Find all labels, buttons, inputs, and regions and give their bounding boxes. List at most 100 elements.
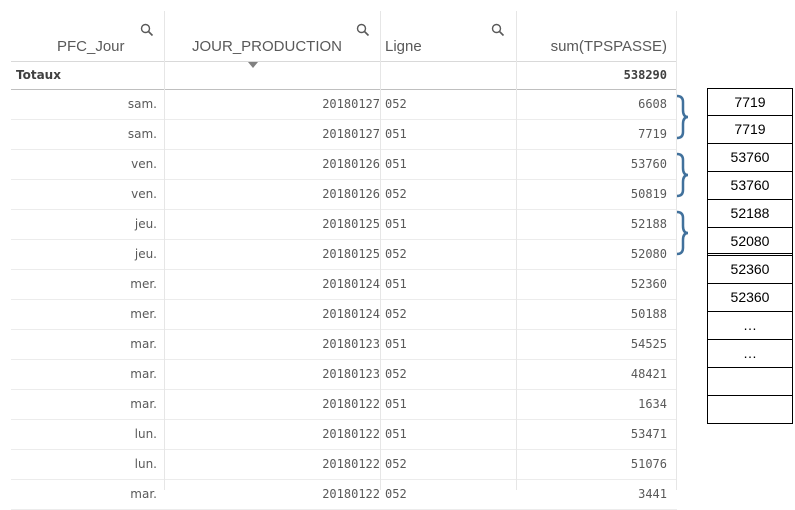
cell-line: 052 xyxy=(385,247,407,261)
cell-day: sam. xyxy=(127,97,157,111)
table-row[interactable]: mer. 20180124 052 50188 xyxy=(11,300,677,330)
cell-day: jeu. xyxy=(134,217,157,231)
cell-value: 52080 xyxy=(630,247,667,261)
table-row[interactable]: sam. 20180127 052 6608 xyxy=(11,90,677,120)
right-curly-bracket-icon xyxy=(676,94,689,140)
search-icon[interactable] xyxy=(356,23,370,37)
column-label: JOUR_PRODUCTION xyxy=(192,38,343,55)
column-divider xyxy=(380,11,381,490)
side-value-cell: 52360 xyxy=(708,284,792,312)
table-header: PFC_Jour JOUR_PRODUCTION Ligne sum(TPSPA… xyxy=(11,11,677,62)
column-label: sum(TPSPASSE) xyxy=(550,38,667,55)
table-body: sam. 20180127 052 6608 sam. 20180127 051 7719 ve… xyxy=(11,90,677,510)
side-value-cell: 53760 xyxy=(708,144,792,172)
side-values-column: 7719 7719 53760 53760 52188 52080 52360 52360…… xyxy=(707,88,793,424)
side-value-cell xyxy=(708,368,792,396)
column-label: PFC_Jour xyxy=(57,38,125,55)
cell-day: mar. xyxy=(130,367,157,381)
cell-value: 50819 xyxy=(630,187,667,201)
cell-day: sam. xyxy=(127,127,157,141)
cell-date: 20180124 xyxy=(322,277,380,291)
cell-date: 20180125 xyxy=(322,247,380,261)
totals-value: 538290 xyxy=(623,68,667,82)
group-brackets xyxy=(676,94,689,256)
cell-value: 3441 xyxy=(638,487,667,501)
cell-day: mer. xyxy=(130,307,157,321)
cell-day: lun. xyxy=(134,457,157,471)
cell-day: jeu. xyxy=(134,247,157,261)
totals-label: Totaux xyxy=(16,68,61,82)
cell-date: 20180123 xyxy=(322,337,380,351)
right-curly-bracket-icon xyxy=(676,152,689,198)
cell-day: ven. xyxy=(131,187,157,201)
cell-day: lun. xyxy=(134,427,157,441)
cell-date: 20180127 xyxy=(322,97,380,111)
column-header-jour-production[interactable]: JOUR_PRODUCTION xyxy=(164,11,380,61)
cell-line: 051 xyxy=(385,127,407,141)
side-value-cell: 7719 xyxy=(708,116,792,144)
cell-value: 53471 xyxy=(630,427,667,441)
cell-line: 051 xyxy=(385,157,407,171)
totals-row: Totaux 538290 xyxy=(11,62,677,90)
column-header-ligne[interactable]: Ligne xyxy=(380,11,516,61)
cell-line: 051 xyxy=(385,277,407,291)
table-row[interactable]: ven. 20180126 051 53760 xyxy=(11,150,677,180)
table-row[interactable]: mar. 20180122 051 1634 xyxy=(11,390,677,420)
side-value-cell xyxy=(708,396,792,424)
cell-line: 051 xyxy=(385,397,407,411)
column-header-pfc-jour[interactable]: PFC_Jour xyxy=(11,11,164,61)
cell-value: 53760 xyxy=(630,157,667,171)
cell-line: 052 xyxy=(385,187,407,201)
cell-value: 6608 xyxy=(638,97,667,111)
cell-day: mar. xyxy=(130,487,157,501)
cell-date: 20180124 xyxy=(322,307,380,321)
side-value-cell: … xyxy=(708,340,792,368)
cell-value: 48421 xyxy=(630,367,667,381)
cell-value: 52188 xyxy=(630,217,667,231)
cell-line: 052 xyxy=(385,457,407,471)
side-value-cell: 7719 xyxy=(708,88,792,116)
table-row[interactable]: sam. 20180127 051 7719 xyxy=(11,120,677,150)
search-icon[interactable] xyxy=(491,23,505,37)
table-row[interactable]: lun. 20180122 051 53471 xyxy=(11,420,677,450)
search-icon[interactable] xyxy=(140,23,154,37)
cell-value: 51076 xyxy=(630,457,667,471)
column-divider xyxy=(516,11,517,490)
cell-date: 20180126 xyxy=(322,157,380,171)
cell-date: 20180123 xyxy=(322,367,380,381)
side-value-cell: 53760 xyxy=(708,172,792,200)
cell-date: 20180125 xyxy=(322,217,380,231)
side-value-cell: 52360 xyxy=(708,256,792,284)
side-value-cell: … xyxy=(708,312,792,340)
side-value-cell: 52188 xyxy=(708,200,792,228)
column-divider xyxy=(164,11,165,490)
cell-line: 051 xyxy=(385,427,407,441)
table-row[interactable]: jeu. 20180125 051 52188 xyxy=(11,210,677,240)
column-header-sum-tpspasse[interactable]: sum(TPSPASSE) xyxy=(516,11,677,61)
cell-value: 50188 xyxy=(630,307,667,321)
right-curly-bracket-icon xyxy=(676,210,689,256)
cell-value: 7719 xyxy=(638,127,667,141)
table-row[interactable]: mar. 20180123 052 48421 xyxy=(11,360,677,390)
table-row[interactable]: mar. 20180122 052 3441 xyxy=(11,480,677,510)
cell-date: 20180122 xyxy=(322,397,380,411)
table-row[interactable]: lun. 20180122 052 51076 xyxy=(11,450,677,480)
cell-date: 20180122 xyxy=(322,487,380,501)
side-value-cell: 52080 xyxy=(708,228,792,256)
cell-day: mar. xyxy=(130,337,157,351)
cell-value: 52360 xyxy=(630,277,667,291)
column-label: Ligne xyxy=(385,38,422,55)
cell-date: 20180122 xyxy=(322,457,380,471)
cell-day: mer. xyxy=(130,277,157,291)
cell-line: 052 xyxy=(385,307,407,321)
table-row[interactable]: ven. 20180126 052 50819 xyxy=(11,180,677,210)
data-table: PFC_Jour JOUR_PRODUCTION Ligne sum(TPSPA… xyxy=(11,11,677,510)
table-row[interactable]: mar. 20180123 051 54525 xyxy=(11,330,677,360)
cell-day: ven. xyxy=(131,157,157,171)
table-row[interactable]: jeu. 20180125 052 52080 xyxy=(11,240,677,270)
cell-date: 20180122 xyxy=(322,427,380,441)
cell-value: 54525 xyxy=(630,337,667,351)
table-row[interactable]: mer. 20180124 051 52360 xyxy=(11,270,677,300)
cell-line: 052 xyxy=(385,367,407,381)
cell-line: 051 xyxy=(385,337,407,351)
